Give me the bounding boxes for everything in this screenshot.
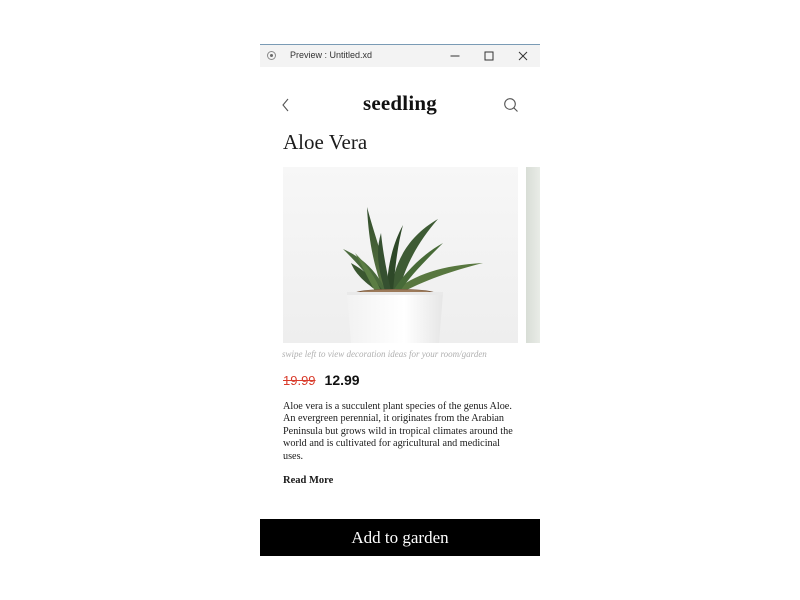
search-icon[interactable] (503, 97, 519, 113)
title-bar: Preview : Untitled.xd (260, 44, 540, 67)
minimize-button[interactable] (438, 45, 472, 67)
minimize-icon (450, 55, 460, 57)
product-title: Aloe Vera (283, 130, 368, 154)
add-to-garden-button[interactable]: Add to garden (260, 519, 540, 556)
next-slide-preview[interactable] (526, 167, 540, 343)
window-title: Preview : Untitled.xd (290, 50, 373, 60)
preview-window: Preview : Untitled.xd seedling Aloe Vera… (260, 44, 540, 556)
product-description: Aloe vera is a succulent plant species o… (283, 401, 513, 462)
maximize-icon (484, 51, 494, 61)
record-icon (267, 51, 276, 60)
image-carousel[interactable] (283, 167, 540, 343)
old-price: 19.99 (283, 373, 316, 388)
current-price: 12.99 (324, 372, 360, 388)
read-more-link[interactable]: Read More (283, 475, 333, 486)
product-image (283, 167, 518, 343)
close-button[interactable] (506, 45, 540, 67)
brand-logo: seedling (363, 91, 437, 115)
maximize-button[interactable] (472, 45, 506, 67)
aloe-plant-image (283, 167, 518, 343)
price-row: 19.99 12.99 (283, 372, 360, 392)
close-icon (518, 51, 528, 61)
swipe-hint: swipe left to view decoration ideas for … (282, 349, 487, 359)
